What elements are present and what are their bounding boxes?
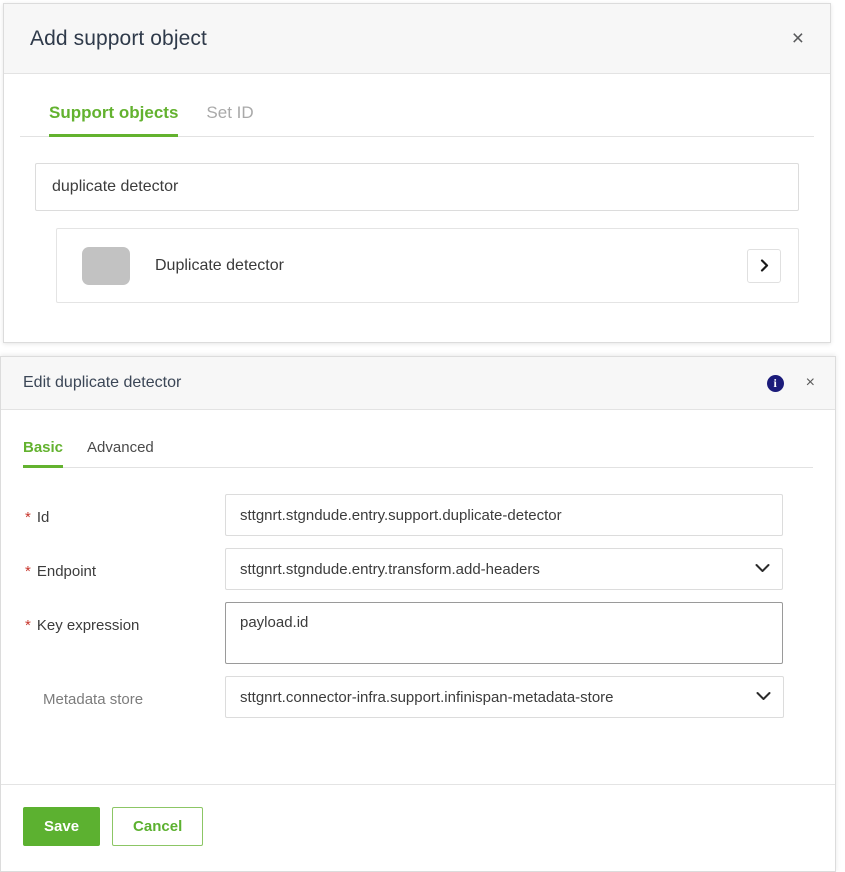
tab-basic[interactable]: Basic — [23, 439, 63, 467]
field-label-text: Key expression — [37, 617, 140, 634]
edit-form: * Id * Endpoint sttgnrt.stgndude.entry.t… — [1, 468, 835, 718]
list-item-label: Duplicate detector — [155, 257, 747, 275]
field-container-key-expression: payload.id — [225, 602, 799, 664]
page-title: Add support object — [30, 27, 786, 51]
dialog-header: Add support object × — [4, 4, 830, 74]
chevron-right-icon[interactable] — [747, 249, 781, 283]
edit-dialog-title: Edit duplicate detector — [23, 374, 767, 392]
endpoint-select[interactable]: sttgnrt.stgndude.entry.transform.add-hea… — [225, 548, 783, 590]
edit-dialog-tabs: Basic Advanced — [23, 410, 813, 468]
support-object-thumbnail — [82, 247, 130, 285]
tab-support-objects[interactable]: Support objects — [49, 103, 178, 136]
tab-advanced[interactable]: Advanced — [87, 439, 154, 467]
close-icon[interactable]: × — [802, 372, 819, 394]
cancel-button[interactable]: Cancel — [112, 807, 203, 846]
field-label-text: Metadata store — [43, 691, 143, 708]
list-item[interactable]: Duplicate detector — [70, 243, 785, 288]
field-label-text: Endpoint — [37, 563, 96, 580]
save-button[interactable]: Save — [23, 807, 100, 846]
form-row-id: * Id — [1, 494, 835, 536]
required-marker: * — [25, 617, 31, 634]
field-container-metadata-store: sttgnrt.connector-infra.support.infinisp… — [225, 676, 799, 718]
id-input[interactable] — [225, 494, 783, 536]
field-container-id — [225, 494, 799, 536]
field-label-key-expression: * Key expression — [25, 602, 225, 634]
info-icon[interactable]: i — [767, 375, 784, 392]
field-label-text: Id — [37, 509, 50, 526]
edit-dialog-header: Edit duplicate detector i × — [1, 357, 835, 410]
dialog-footer: Save Cancel — [1, 785, 835, 871]
field-label-metadata-store: Metadata store — [25, 676, 225, 708]
search-results-list: Duplicate detector — [56, 228, 799, 303]
field-label-endpoint: * Endpoint — [25, 548, 225, 580]
dialog-body: Support objects Set ID Duplicate detecto… — [4, 74, 830, 303]
endpoint-select-value[interactable]: sttgnrt.stgndude.entry.transform.add-hea… — [225, 548, 783, 590]
form-row-key-expression: * Key expression payload.id — [1, 602, 835, 664]
metadata-store-select[interactable]: sttgnrt.connector-infra.support.infinisp… — [225, 676, 784, 718]
form-row-endpoint: * Endpoint sttgnrt.stgndude.entry.transf… — [1, 548, 835, 590]
key-expression-textarea[interactable]: payload.id — [225, 602, 783, 664]
add-support-object-dialog: Add support object × Support objects Set… — [3, 3, 831, 343]
support-object-tabs: Support objects Set ID — [20, 74, 814, 137]
edit-duplicate-detector-dialog: Edit duplicate detector i × Basic Advanc… — [0, 356, 836, 872]
required-marker: * — [25, 509, 31, 526]
tab-set-id[interactable]: Set ID — [206, 103, 253, 136]
close-icon[interactable]: × — [786, 24, 810, 53]
metadata-store-select-value[interactable]: sttgnrt.connector-infra.support.infinisp… — [225, 676, 784, 718]
search-area — [20, 137, 814, 211]
form-row-metadata-store: Metadata store sttgnrt.connector-infra.s… — [1, 676, 835, 718]
required-marker: * — [25, 563, 31, 580]
field-container-endpoint: sttgnrt.stgndude.entry.transform.add-hea… — [225, 548, 799, 590]
search-input[interactable] — [35, 163, 799, 211]
field-label-id: * Id — [25, 494, 225, 526]
